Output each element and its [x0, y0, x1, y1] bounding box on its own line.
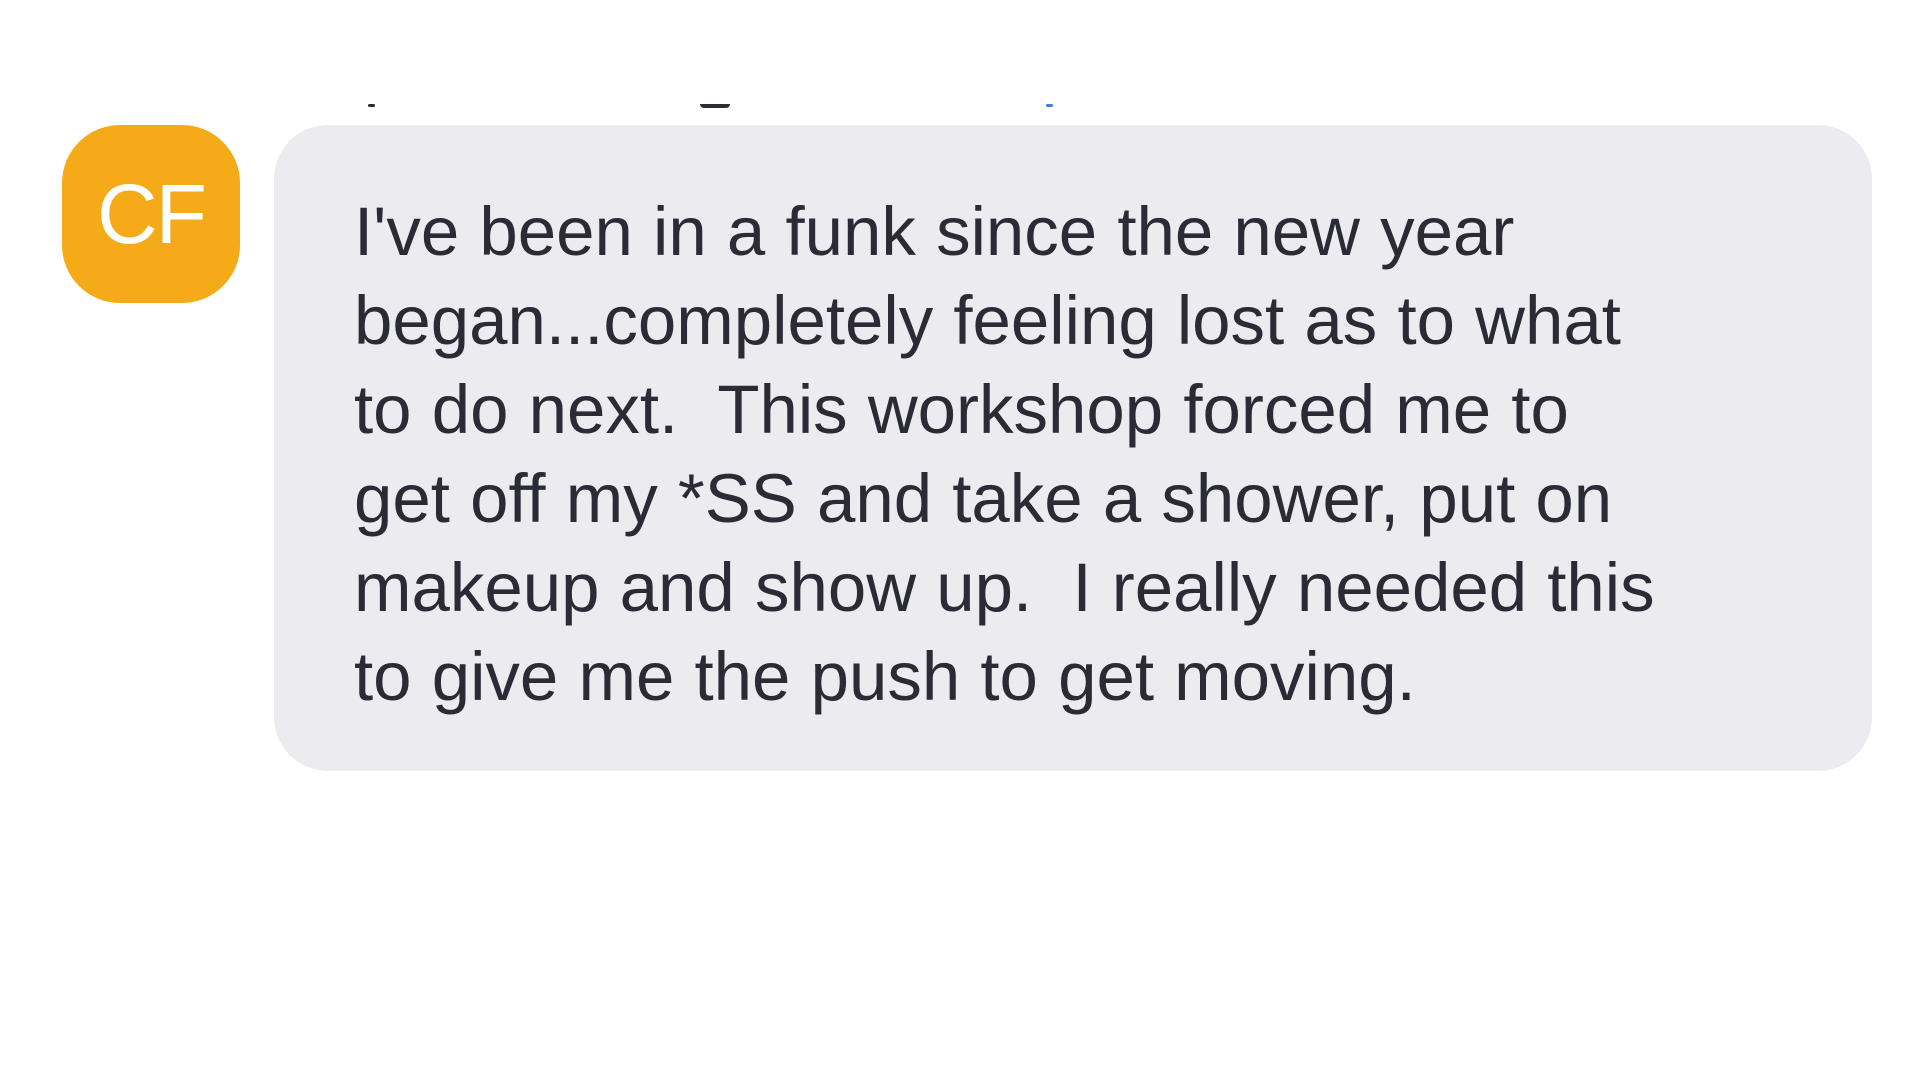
message-bubble: I've been in a funk since the new year b… [274, 125, 1872, 771]
link-fragment [1046, 104, 1053, 107]
message-text: I've been in a funk since the new year b… [354, 193, 1655, 715]
avatar-initials: CF [97, 167, 207, 261]
previous-message-fragment [360, 104, 1080, 112]
text-fragment [700, 104, 730, 108]
text-fragment [368, 104, 375, 107]
chat-view: CF I've been in a funk since the new yea… [0, 0, 1920, 1080]
avatar[interactable]: CF [62, 125, 240, 303]
